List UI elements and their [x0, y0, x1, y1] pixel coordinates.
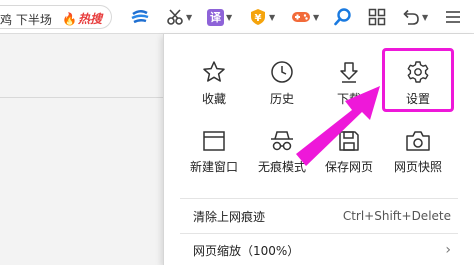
browser-window: 鸡 下半场 🔥热搜 ▼ 译 ▼ ¥ ▼ ▼ ▼ 收藏 历史 下载 设置 新建窗口…: [0, 0, 474, 265]
annotation-arrow-icon: [296, 86, 380, 166]
